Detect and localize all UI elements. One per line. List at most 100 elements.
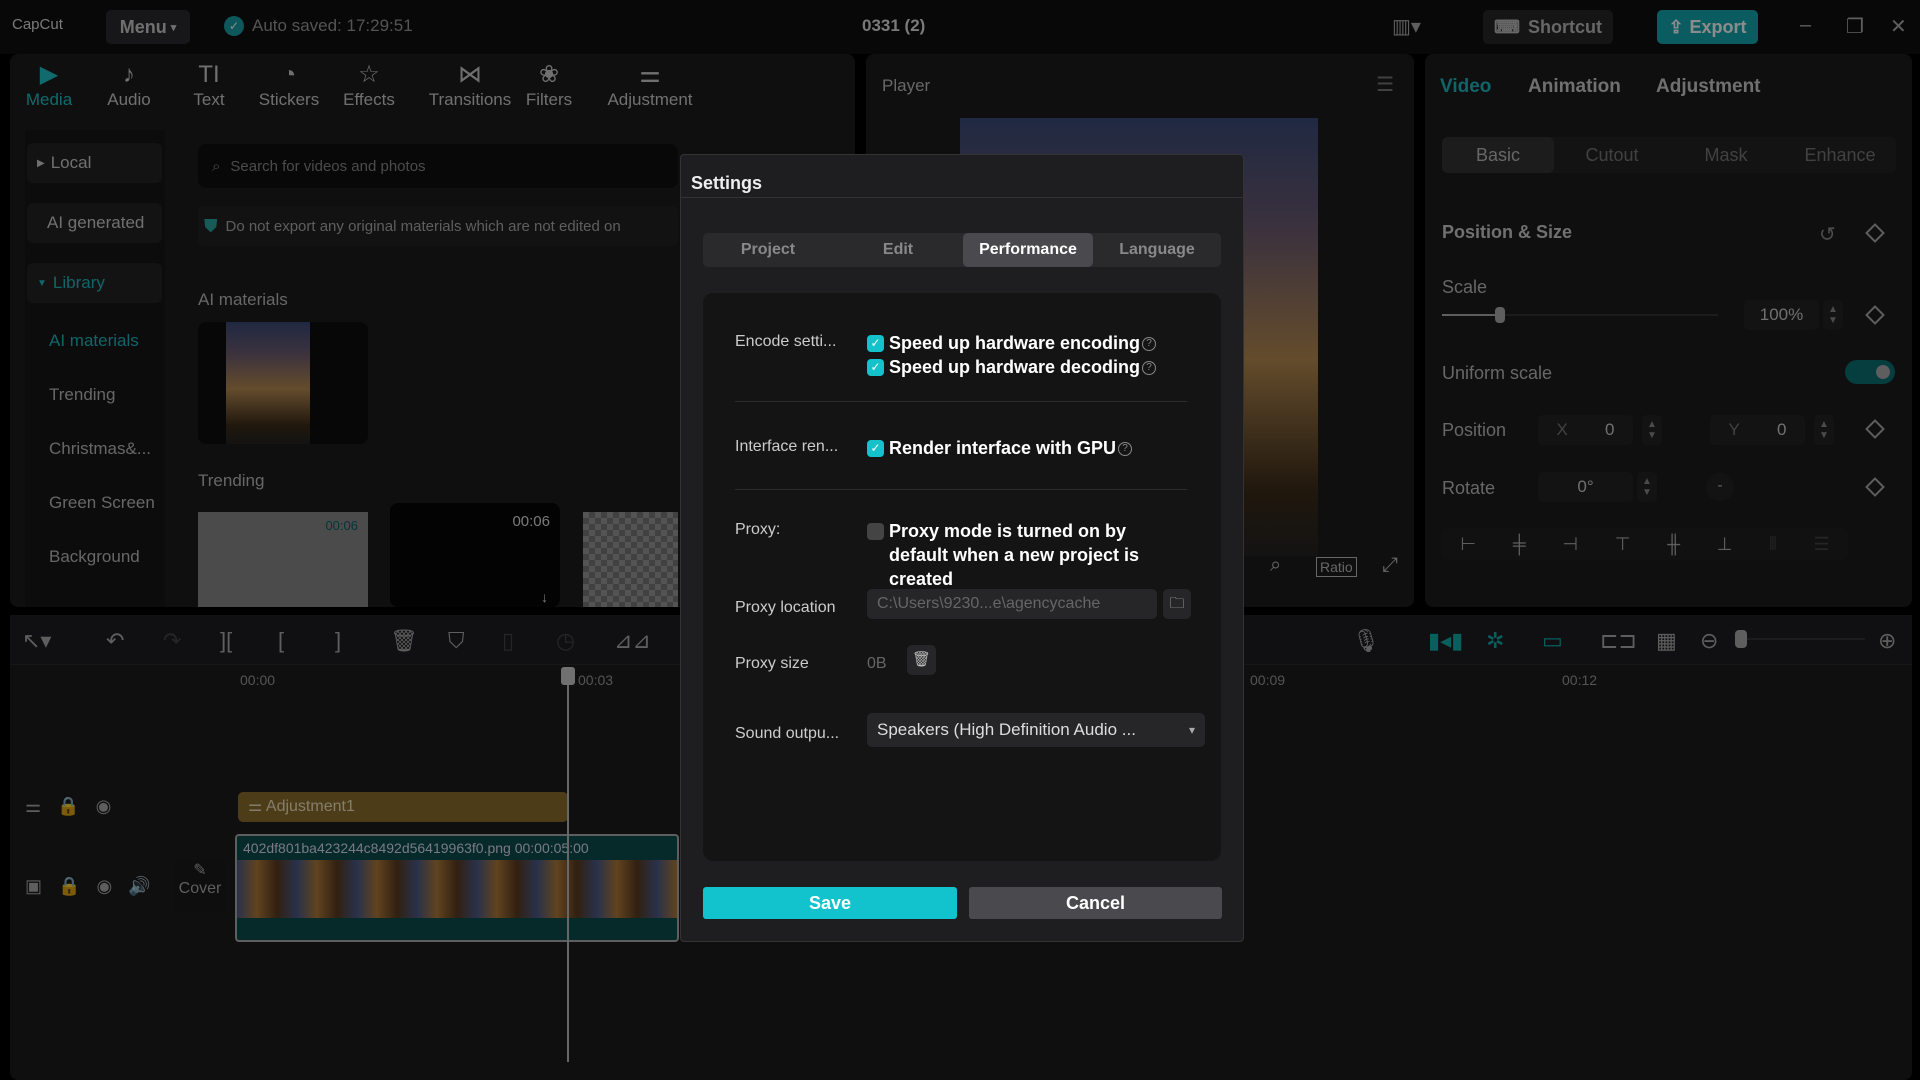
trending-thumbnail-2[interactable]: 00:06 ↓ <box>390 503 560 607</box>
trim-right-icon[interactable]: ] <box>335 628 341 654</box>
tab-language[interactable]: Language <box>1093 233 1221 267</box>
reset-icon[interactable]: ↺ <box>1819 222 1836 247</box>
sidebar-item-local[interactable]: ▶ Local <box>27 143 162 183</box>
shortcut-button[interactable]: ⌨ Shortcut <box>1483 10 1613 44</box>
preview-axis-icon[interactable]: ⊏⊐ <box>1600 628 1637 654</box>
position-x-input[interactable]: X0 <box>1538 415 1633 445</box>
play-reverse-icon[interactable]: ◷ <box>556 628 575 654</box>
sidebar-item-background[interactable]: Background <box>49 547 140 567</box>
tab-edit[interactable]: Edit <box>833 233 963 267</box>
sidebar-item-library[interactable]: ▼ Library <box>27 263 162 303</box>
redo-icon[interactable]: ↷ <box>163 628 181 654</box>
tab-adjustment[interactable]: ⚌ Adjustment <box>600 60 700 110</box>
scale-slider[interactable] <box>1442 307 1718 323</box>
crop-icon[interactable]: ▯ <box>502 628 514 654</box>
save-button[interactable]: Save <box>703 887 957 919</box>
align-center-h-icon[interactable]: ╪ <box>1513 534 1526 555</box>
help-icon[interactable]: ? <box>1118 442 1133 457</box>
tab-video[interactable]: Video <box>1440 76 1491 98</box>
lock-icon[interactable]: 🔒 <box>57 796 79 817</box>
rotate-input[interactable]: 0° <box>1538 472 1633 502</box>
marker-icon[interactable]: ⛉ <box>448 628 465 654</box>
cancel-button[interactable]: Cancel <box>969 887 1222 919</box>
fullscreen-icon[interactable]: ⤢ <box>1382 554 1398 577</box>
rotate-dial[interactable]: - <box>1706 473 1734 501</box>
sidebar-item-trending[interactable]: Trending <box>49 385 115 405</box>
trim-left-icon[interactable]: [ <box>278 628 284 654</box>
export-button[interactable]: ⇪ Export <box>1657 10 1758 44</box>
timeline-zoom-slider[interactable] <box>1735 630 1865 648</box>
tab-text[interactable]: TI Text <box>170 60 248 110</box>
video-clip[interactable]: 402df801ba423244c8492d56419963f0.png 00:… <box>235 834 679 942</box>
uniform-scale-toggle[interactable] <box>1845 360 1895 384</box>
split-icon[interactable]: ][ <box>220 628 232 654</box>
adjustment-clip[interactable]: ⚌ Adjustment1 <box>238 792 568 822</box>
tab-filters[interactable]: ❀ Filters <box>510 60 588 110</box>
align-bottom-icon[interactable]: ⊥ <box>1717 534 1733 555</box>
main-track-magnet-icon[interactable]: ▮◂▮ <box>1428 628 1463 654</box>
audio-icon[interactable]: 🔊 <box>128 876 150 897</box>
auto-snap-icon[interactable]: ✲ <box>1486 628 1504 654</box>
menu-button[interactable]: Menu ▾ <box>106 10 190 44</box>
eye-icon[interactable]: ◉ <box>96 796 112 817</box>
delete-icon[interactable]: 🗑 <box>390 628 418 654</box>
tab-effects[interactable]: ☆ Effects <box>330 60 408 110</box>
tab-media[interactable]: ▶ Media <box>10 60 88 110</box>
subtab-enhance[interactable]: Enhance <box>1784 137 1896 173</box>
microphone-icon[interactable]: 🎙 <box>1352 628 1380 654</box>
distribute-h-icon[interactable]: ⫴ <box>1769 534 1777 555</box>
trending-thumbnail-1[interactable]: 00:06 <box>198 512 368 607</box>
ratio-button[interactable]: Ratio <box>1316 557 1357 577</box>
minimize-icon[interactable]: – <box>1800 14 1811 37</box>
ruler-zoom-icon[interactable]: ▦ <box>1656 628 1677 654</box>
tab-performance[interactable]: Performance <box>963 233 1093 267</box>
media-search-input[interactable]: ⌕ Search for videos and photos <box>198 144 678 188</box>
sidebar-item-green-screen[interactable]: Green Screen <box>49 493 155 513</box>
download-icon[interactable]: ↓ <box>541 589 548 605</box>
distribute-v-icon[interactable]: ☰ <box>1813 534 1829 555</box>
scale-stepper[interactable]: ▲ ▼ <box>1823 300 1843 330</box>
zoom-out-icon[interactable]: ⊖ <box>1700 628 1718 654</box>
trash-icon[interactable]: 🗑 <box>907 645 936 675</box>
tab-adjustment[interactable]: Adjustment <box>1656 76 1761 98</box>
sound-output-select[interactable]: Speakers (High Definition Audio ... ▾ <box>867 713 1205 747</box>
proxy-location-input[interactable]: C:\Users\9230...e\agencycache <box>867 589 1157 619</box>
restore-icon[interactable]: ❐ <box>1846 14 1864 39</box>
align-middle-v-icon[interactable]: ╫ <box>1667 534 1680 555</box>
sidebar-item-ai-materials[interactable]: AI materials <box>49 331 139 351</box>
sidebar-item-ai-generated[interactable]: AI generated <box>27 203 162 243</box>
hw-decoding-checkbox[interactable]: ✓ <box>867 359 884 376</box>
mirror-icon[interactable]: ⊿⊿ <box>614 628 651 654</box>
tab-animation[interactable]: Animation <box>1528 76 1621 98</box>
sidebar-item-christmas[interactable]: Christmas&... <box>49 439 151 459</box>
subtab-mask[interactable]: Mask <box>1670 137 1782 173</box>
rotate-stepper[interactable]: ▲ ▼ <box>1637 472 1657 502</box>
eye-icon[interactable]: ◉ <box>96 876 112 897</box>
playhead[interactable] <box>561 667 575 1062</box>
subtab-basic[interactable]: Basic <box>1442 137 1554 173</box>
folder-icon[interactable]: 🗀 <box>1163 589 1191 619</box>
ai-material-thumbnail[interactable] <box>198 322 368 444</box>
tab-audio[interactable]: ♪ Audio <box>90 60 168 110</box>
help-icon[interactable]: ? <box>1142 337 1157 352</box>
tab-stickers[interactable]: ◔ Stickers <box>250 60 328 110</box>
zoom-preview-icon[interactable]: ⌕ <box>1270 554 1281 577</box>
hamburger-menu-icon[interactable]: ☰ <box>1376 72 1394 97</box>
help-icon[interactable]: ? <box>1142 361 1157 376</box>
zoom-in-icon[interactable]: ⊕ <box>1878 628 1896 654</box>
align-right-icon[interactable]: ⊣ <box>1562 534 1578 555</box>
hw-encoding-checkbox[interactable]: ✓ <box>867 335 884 352</box>
close-icon[interactable]: ✕ <box>1890 14 1907 39</box>
tab-transitions[interactable]: ⋈ Transitions <box>420 60 520 110</box>
link-clips-icon[interactable]: ▭ <box>1542 628 1563 654</box>
position-x-stepper[interactable]: ▲ ▼ <box>1642 415 1662 445</box>
cover-button[interactable]: ✎ Cover <box>174 860 226 912</box>
subtab-cutout[interactable]: Cutout <box>1556 137 1668 173</box>
scale-input[interactable]: 100% <box>1744 300 1819 330</box>
select-cursor-icon[interactable]: ↖▾ <box>22 628 51 654</box>
position-y-input[interactable]: Y0 <box>1710 415 1805 445</box>
undo-icon[interactable]: ↶ <box>106 628 124 654</box>
gpu-render-checkbox[interactable]: ✓ <box>867 440 884 457</box>
align-top-icon[interactable]: ⊤ <box>1615 534 1631 555</box>
layout-icon[interactable]: ▥▾ <box>1392 14 1421 39</box>
